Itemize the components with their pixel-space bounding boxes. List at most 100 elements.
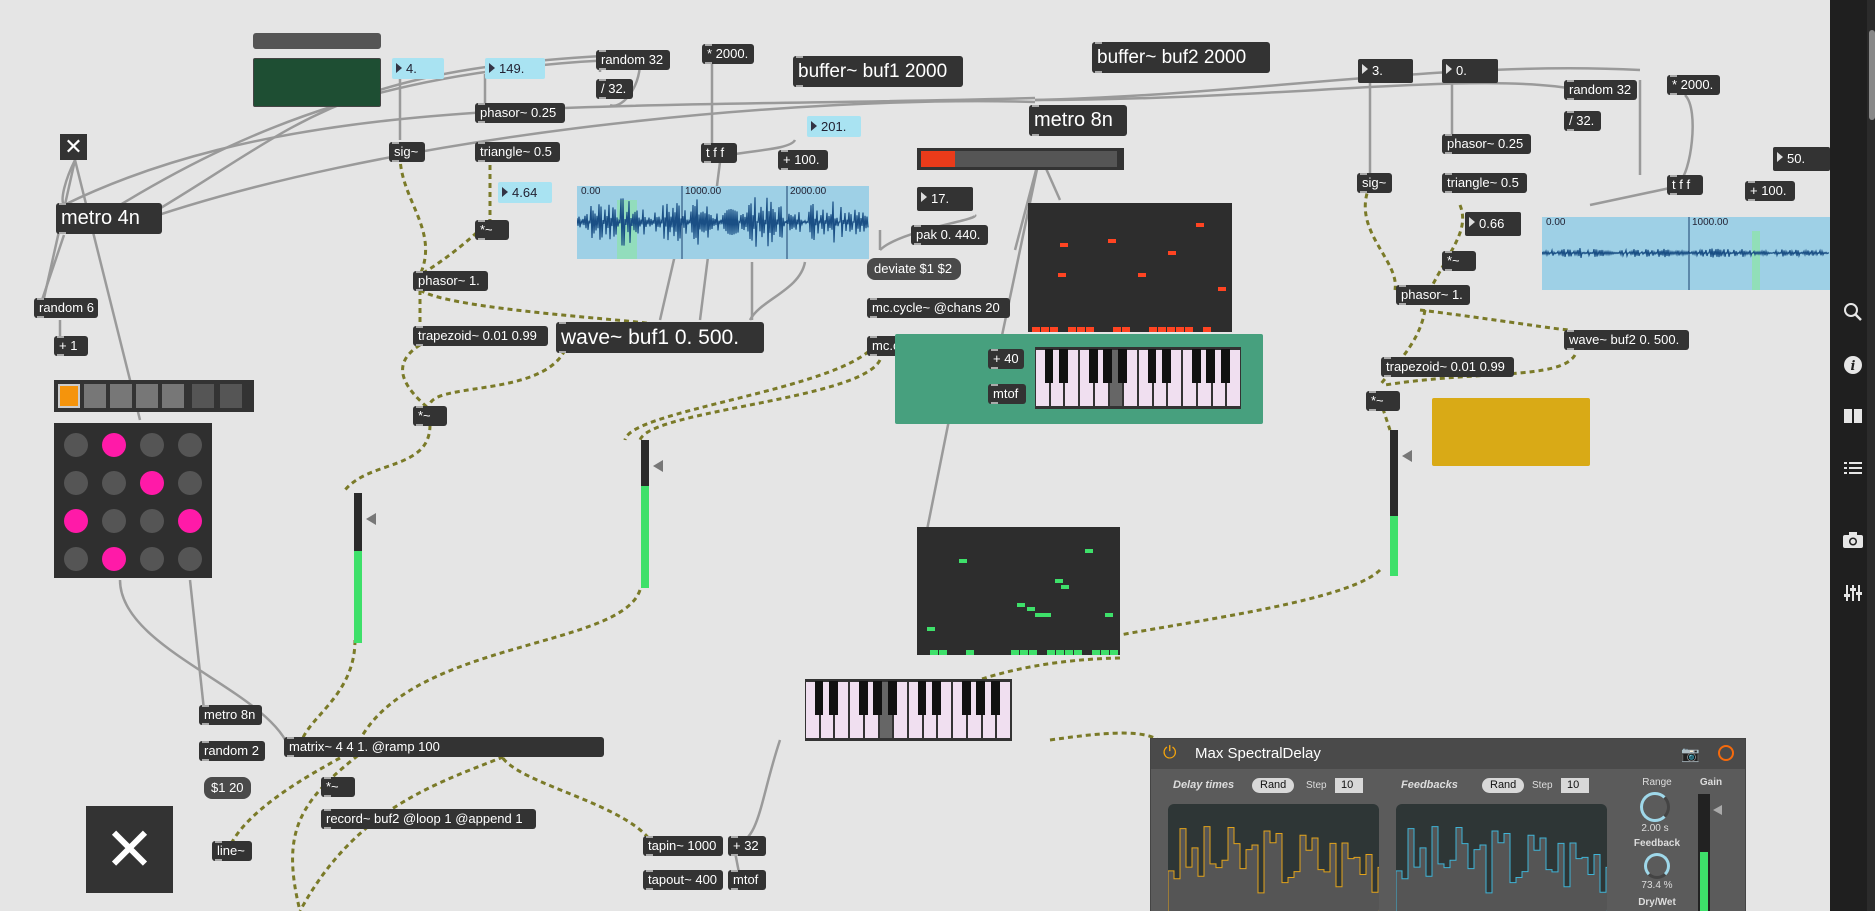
piano-black-key[interactable]	[991, 681, 1000, 715]
piano-black-key[interactable]	[932, 681, 941, 715]
sig-a[interactable]: sig~	[389, 142, 425, 162]
waveform-buf2[interactable]: 0.00 1000.00	[1542, 217, 1830, 290]
pad-cell[interactable]	[178, 509, 202, 533]
plus-40[interactable]: + 40	[988, 349, 1024, 369]
range-knob[interactable]	[1640, 792, 1670, 822]
delay-rand-button[interactable]: Rand	[1252, 778, 1294, 793]
pad-cell[interactable]	[140, 509, 164, 533]
trapezoid-a[interactable]: trapezoid~ 0.01 0.99	[413, 326, 548, 346]
mult-b[interactable]: *~	[1442, 251, 1476, 271]
pad-cell[interactable]	[140, 471, 164, 495]
delay-times-display[interactable]	[1168, 804, 1379, 911]
pad-cell[interactable]	[178, 471, 202, 495]
piano-black-key[interactable]	[1148, 349, 1157, 383]
number-4[interactable]: 4.	[392, 58, 444, 79]
toggle-small[interactable]: ✕	[60, 134, 87, 160]
piano-black-key[interactable]	[1118, 349, 1127, 383]
random-32-b[interactable]: random 32	[1564, 80, 1637, 100]
metro-8n-large[interactable]: metro 8n	[1029, 105, 1127, 136]
pad-cell[interactable]	[64, 547, 88, 571]
tapin[interactable]: tapin~ 1000	[643, 836, 723, 856]
mixer-icon[interactable]	[1842, 583, 1864, 605]
step-4[interactable]	[136, 384, 158, 408]
random-32-a[interactable]: random 32	[596, 50, 670, 70]
piano-black-key[interactable]	[859, 681, 868, 715]
metro-4n[interactable]: metro 4n	[56, 203, 162, 234]
random-2[interactable]: random 2	[199, 741, 265, 761]
sig-b[interactable]: sig~	[1357, 173, 1392, 193]
mult-2000-b[interactable]: * 2000.	[1667, 75, 1720, 95]
step-3[interactable]	[110, 384, 132, 408]
piano-black-key[interactable]	[1162, 349, 1171, 383]
toggle-large[interactable]: ✕	[86, 806, 173, 893]
phasor-1-a[interactable]: phasor~ 1.	[413, 271, 488, 291]
mc-cycle[interactable]: mc.cycle~ @chans 20	[867, 298, 1010, 318]
piano-black-key[interactable]	[1045, 349, 1054, 383]
delay-step-box[interactable]: 10	[1335, 778, 1363, 793]
random-6[interactable]: random 6	[34, 298, 98, 318]
pad-cell[interactable]	[102, 547, 126, 571]
number-0[interactable]: 0.	[1442, 59, 1498, 83]
pad-cell[interactable]	[178, 433, 202, 457]
plus-1[interactable]: + 1	[54, 336, 88, 356]
book-icon[interactable]	[1842, 407, 1864, 429]
scrollbar[interactable]	[1867, 0, 1875, 911]
piano-black-key[interactable]	[918, 681, 927, 715]
gain-pointer[interactable]	[1713, 805, 1722, 815]
number-0-66[interactable]: 0.66	[1465, 212, 1521, 236]
trapezoid-b[interactable]: trapezoid~ 0.01 0.99	[1381, 357, 1514, 377]
meter-left[interactable]	[354, 493, 362, 643]
number-3[interactable]: 3.	[1358, 59, 1413, 83]
plus-100-b[interactable]: + 100.	[1745, 181, 1795, 201]
line[interactable]: line~	[212, 841, 252, 861]
triangle-b[interactable]: triangle~ 0.5	[1442, 173, 1527, 193]
number-17[interactable]: 17.	[917, 187, 973, 211]
mult-2000-a[interactable]: * 2000.	[702, 44, 754, 64]
metro-8n-small[interactable]: metro 8n	[199, 705, 262, 725]
keyboard-upper[interactable]	[1035, 347, 1241, 409]
step-5[interactable]	[162, 384, 184, 408]
pad-cell[interactable]	[140, 547, 164, 571]
feedbacks-display[interactable]	[1396, 804, 1607, 911]
meter-center[interactable]	[641, 440, 649, 588]
pad-cell[interactable]	[140, 433, 164, 457]
wave-buf1[interactable]: wave~ buf1 0. 500.	[556, 322, 764, 353]
waveform-buf1[interactable]: 0.00 1000.00 2000.00	[577, 186, 869, 259]
buffer-buf2[interactable]: buffer~ buf2 2000	[1092, 42, 1270, 73]
pad-cell[interactable]	[64, 471, 88, 495]
number-50[interactable]: 50.	[1773, 147, 1830, 171]
piano-black-key[interactable]	[962, 681, 971, 715]
record[interactable]: record~ buf2 @loop 1 @append 1	[321, 809, 536, 829]
gain-meter[interactable]	[1698, 794, 1710, 911]
piano-black-key[interactable]	[1221, 349, 1230, 383]
search-icon[interactable]	[1842, 302, 1864, 324]
mtof-a[interactable]: mtof	[988, 384, 1026, 404]
info-icon[interactable]: i	[1842, 355, 1864, 377]
feedback-step-box[interactable]: 10	[1561, 778, 1589, 793]
div-32-a[interactable]: / 32.	[596, 79, 633, 99]
tff-b[interactable]: t f f	[1667, 175, 1703, 195]
step-selector[interactable]	[54, 380, 254, 412]
mtof-b[interactable]: mtof	[728, 870, 766, 890]
pak[interactable]: pak 0. 440.	[911, 225, 988, 245]
piano-black-key[interactable]	[888, 681, 897, 715]
buffer-buf1[interactable]: buffer~ buf1 2000	[793, 56, 963, 87]
phasor-025-a[interactable]: phasor~ 0.25	[475, 103, 565, 123]
mult-out-b[interactable]: *~	[1366, 391, 1400, 411]
camera-icon[interactable]: 📷	[1681, 745, 1700, 763]
pad-cell[interactable]	[102, 433, 126, 457]
tff-a[interactable]: t f f	[701, 143, 737, 163]
pad-cell[interactable]	[64, 433, 88, 457]
wave-buf2[interactable]: wave~ buf2 0. 500.	[1564, 330, 1689, 350]
step-1[interactable]	[58, 384, 80, 408]
pad-grid[interactable]	[54, 423, 212, 578]
mult-a[interactable]: *~	[475, 220, 509, 240]
plus-100-a[interactable]: + 100.	[778, 150, 828, 170]
pad-cell[interactable]	[64, 509, 88, 533]
pad-cell[interactable]	[102, 471, 126, 495]
piano-black-key[interactable]	[1089, 349, 1098, 383]
phasor-025-b[interactable]: phasor~ 0.25	[1442, 134, 1531, 154]
power-icon[interactable]: ⏻	[1163, 743, 1176, 763]
patcher-canvas[interactable]: ✕ metro 4n random 6 + 1 ✕ 4. 149. phasor…	[0, 0, 1830, 911]
pad-cell[interactable]	[178, 547, 202, 571]
